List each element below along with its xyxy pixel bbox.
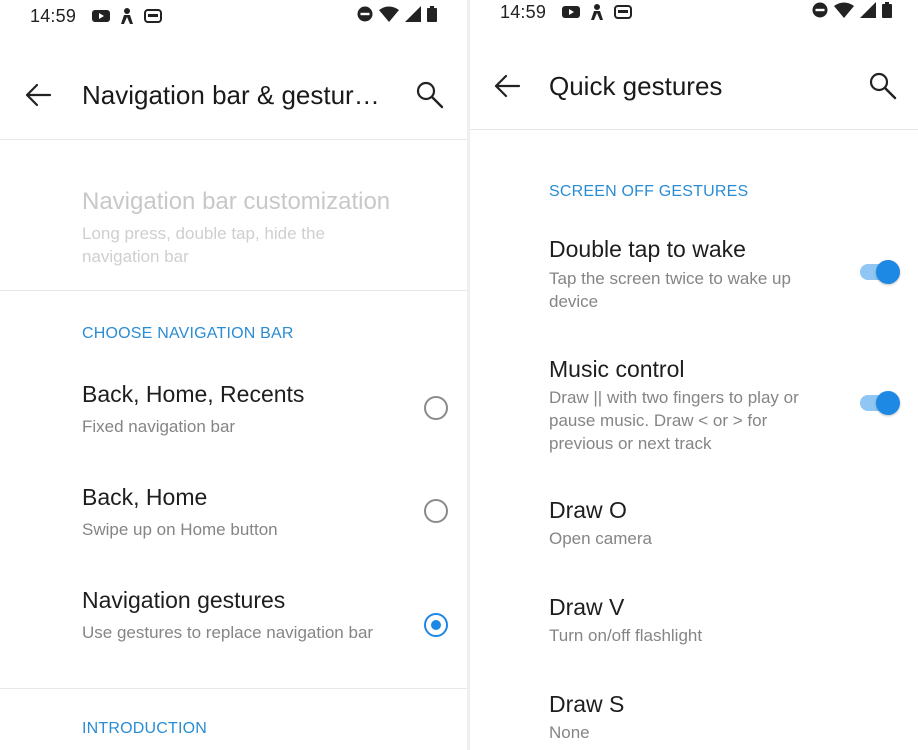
dnd-icon	[357, 6, 373, 22]
person-icon	[121, 8, 133, 24]
search-icon[interactable]	[414, 79, 446, 111]
option-subtitle: Fixed navigation bar	[82, 417, 236, 436]
divider	[0, 139, 467, 140]
signal-icon	[405, 6, 421, 22]
status-bar: 14:59	[470, 0, 918, 36]
option-title: Navigation gestures	[82, 587, 286, 613]
wifi-icon	[834, 2, 854, 18]
youtube-icon	[92, 10, 110, 22]
option-back-home[interactable]: Back, Home Swipe up on Home button	[0, 475, 467, 555]
toggle-switch[interactable]	[860, 258, 900, 284]
person-icon	[591, 4, 603, 20]
search-icon[interactable]	[867, 70, 899, 102]
gesture-item-draw-o[interactable]: Draw O Open camera	[470, 488, 918, 558]
item-title: Navigation bar customization	[82, 188, 391, 215]
gesture-item-draw-v[interactable]: Draw V Turn on/off flashlight	[470, 585, 918, 655]
radio-icon[interactable]	[424, 499, 448, 523]
gesture-subtitle: Open camera	[549, 529, 652, 548]
option-title: Back, Home, Recents	[82, 381, 305, 407]
back-arrow-icon[interactable]	[492, 71, 522, 101]
option-navigation-gestures[interactable]: Navigation gestures Use gestures to repl…	[0, 578, 467, 678]
dnd-icon	[812, 2, 828, 18]
option-back-home-recents[interactable]: Back, Home, Recents Fixed navigation bar	[0, 372, 467, 452]
gesture-title: Draw O	[549, 497, 627, 523]
gesture-title: Draw S	[549, 691, 625, 717]
navigation-bar-customization-item: Navigation bar customization Long press,…	[0, 180, 467, 280]
status-bar: 14:59	[0, 0, 467, 36]
gesture-item-draw-s[interactable]: Draw S None	[470, 682, 918, 750]
gesture-item-double-tap[interactable]: Double tap to wake Tap the screen twice …	[470, 228, 918, 328]
battery-icon	[427, 6, 437, 22]
gesture-subtitle: Draw || with two fingers to play or paus…	[549, 388, 799, 453]
radio-icon[interactable]	[424, 396, 448, 420]
quick-gestures-screen: 14:59 Quick gestures SCREEN OFF GESTURES…	[470, 0, 918, 750]
status-time: 14:59	[500, 2, 547, 22]
gesture-title: Double tap to wake	[549, 236, 746, 262]
option-title: Back, Home	[82, 484, 208, 510]
option-subtitle: Swipe up on Home button	[82, 520, 278, 539]
status-time: 14:59	[30, 6, 77, 26]
gesture-subtitle: Tap the screen twice to wake up device	[549, 269, 791, 311]
section-header-screen-off-gestures: SCREEN OFF GESTURES	[549, 183, 749, 200]
divider	[0, 290, 467, 291]
gesture-item-music-control[interactable]: Music control Draw || with two fingers t…	[470, 348, 918, 458]
gesture-subtitle: Turn on/off flashlight	[549, 626, 703, 645]
toggle-switch[interactable]	[860, 389, 900, 415]
youtube-icon	[562, 6, 580, 18]
divider	[470, 129, 918, 130]
gesture-title: Music control	[549, 356, 685, 382]
card-icon	[144, 9, 162, 23]
signal-icon	[860, 2, 876, 18]
back-arrow-icon[interactable]	[23, 80, 53, 110]
gesture-subtitle: None	[549, 723, 590, 742]
page-title: Navigation bar & gestur…	[82, 80, 380, 110]
section-header-introduction: INTRODUCTION	[82, 720, 208, 737]
section-header-choose-navigation-bar: CHOOSE NAVIGATION BAR	[82, 325, 294, 342]
item-subtitle: Long press, double tap, hide the navigat…	[82, 224, 325, 266]
page-title: Quick gestures	[549, 71, 723, 101]
navigation-bar-settings-screen: 14:59 Navigation bar & gestur… Navigatio…	[0, 0, 467, 750]
option-subtitle: Use gestures to replace navigation bar	[82, 623, 374, 642]
wifi-icon	[379, 6, 399, 22]
radio-icon-selected[interactable]	[424, 613, 448, 637]
card-icon	[614, 5, 632, 19]
gesture-title: Draw V	[549, 594, 625, 620]
battery-icon	[882, 2, 892, 18]
divider	[0, 688, 467, 689]
